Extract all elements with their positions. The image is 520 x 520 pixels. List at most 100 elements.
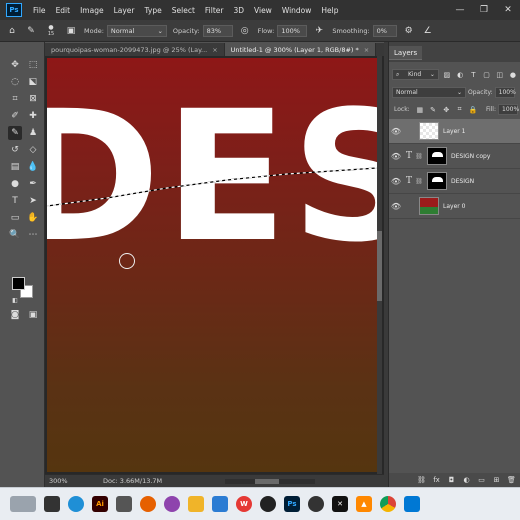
zoom-tool-icon[interactable]: 🔍 [8, 228, 22, 242]
lock-pixels-icon[interactable]: ▦ [415, 104, 425, 115]
new-layer-icon[interactable]: ⊞ [491, 475, 502, 486]
gallery-icon[interactable] [212, 496, 228, 512]
pressure-opacity-icon[interactable]: ◎ [238, 24, 252, 38]
layer-row-design-copy[interactable]: 👁 T ⛓ DESIGN copy [389, 144, 520, 169]
lock-artboard-icon[interactable]: ⌗ [454, 104, 464, 115]
type-tool-icon[interactable]: T [8, 194, 22, 208]
new-group-icon[interactable]: ▭ [476, 475, 487, 486]
layer-opacity-input[interactable]: 100% [494, 87, 516, 98]
maximize-button[interactable]: ❐ [472, 0, 496, 20]
menu-type[interactable]: Type [140, 6, 167, 15]
menu-layer[interactable]: Layer [109, 6, 140, 15]
layer-row-layer-1[interactable]: 👁 Layer 1 [389, 119, 520, 144]
gradient-tool-icon[interactable]: ▤ [8, 160, 22, 174]
tab-layers[interactable]: Layers [389, 46, 423, 60]
task-view-icon[interactable] [10, 496, 36, 512]
fill-input[interactable]: 100% [498, 104, 519, 115]
podcast-icon[interactable] [164, 496, 180, 512]
opacity-input[interactable]: 83% [202, 24, 233, 37]
layer-row-layer-0[interactable]: 👁 Layer 0 [389, 194, 520, 219]
default-colors-icon[interactable]: ◧ [8, 293, 22, 307]
object-select-icon[interactable]: ⬕ [26, 75, 40, 89]
flow-input[interactable]: 100% [277, 24, 308, 37]
blend-mode-select[interactable]: Normal ⌄ [392, 87, 466, 98]
openai-icon[interactable] [260, 496, 276, 512]
doc-size[interactable]: Doc: 3.66M/13.7M [103, 477, 162, 485]
eraser-tool-icon[interactable]: ◇ [26, 143, 40, 157]
media-icon[interactable] [308, 496, 324, 512]
shape-filter-icon[interactable]: ▢ [481, 69, 491, 80]
photoshop-taskbar-icon[interactable]: Ps [284, 496, 300, 512]
menu-image[interactable]: Image [75, 6, 109, 15]
healing-brush-icon[interactable]: ✚ [26, 109, 40, 123]
zoom-level[interactable]: 300% [45, 477, 73, 485]
marquee-tool-icon[interactable]: ⬚ [26, 58, 40, 72]
mode-select[interactable]: Normal ⌄ [106, 24, 167, 37]
tab-woman-jpg[interactable]: pourquoipas-woman-2099473.jpg @ 25% (Lay… [45, 43, 225, 56]
smart-object-filter-icon[interactable]: ◫ [495, 69, 505, 80]
fx-icon[interactable]: fx [431, 475, 442, 486]
pixel-filter-icon[interactable]: ▨ [442, 69, 452, 80]
pen-tool-icon[interactable]: ✒ [26, 177, 40, 191]
scrollbar-thumb[interactable] [377, 231, 382, 301]
add-mask-icon[interactable]: ◘ [446, 475, 457, 486]
illustrator-icon[interactable]: Ai [92, 496, 108, 512]
canvas-area[interactable]: DES [45, 56, 384, 474]
dodge-tool-icon[interactable]: ● [8, 177, 22, 191]
brush-tool-icon[interactable]: ✎ [24, 24, 38, 38]
visibility-eye-icon[interactable]: 👁 [389, 152, 403, 161]
minimize-button[interactable]: — [448, 0, 472, 20]
path-select-icon[interactable]: ➤ [26, 194, 40, 208]
link-chain-icon[interactable]: ⛓ [415, 178, 423, 185]
adjustment-filter-icon[interactable]: ◐ [455, 69, 465, 80]
eyedropper-tool-icon[interactable]: ✐ [8, 109, 22, 123]
layer-name[interactable]: DESIGN copy [451, 153, 490, 160]
store-icon[interactable] [404, 496, 420, 512]
link-chain-icon[interactable]: ⛓ [415, 153, 423, 160]
firefox-icon[interactable] [140, 496, 156, 512]
airbrush-icon[interactable]: ✈ [312, 24, 326, 38]
menu-select[interactable]: Select [167, 6, 200, 15]
foreground-color-swatch[interactable] [12, 277, 25, 290]
visibility-eye-icon[interactable]: 👁 [389, 177, 403, 186]
menu-window[interactable]: Window [277, 6, 317, 15]
link-layers-icon[interactable]: ⛓ [416, 475, 427, 486]
visibility-eye-icon[interactable]: 👁 [389, 127, 403, 136]
vertical-scrollbar[interactable] [377, 56, 382, 474]
blur-tool-icon[interactable]: 💧 [26, 160, 40, 174]
layer-row-design[interactable]: 👁 T ⛓ DESIGN [389, 169, 520, 194]
smoothing-input[interactable]: 0% [372, 24, 397, 37]
menu-edit[interactable]: Edit [51, 6, 76, 15]
brush-settings-icon[interactable]: ▣ [64, 24, 78, 38]
close-icon[interactable]: × [212, 46, 217, 54]
angle-icon[interactable]: ∠ [421, 24, 435, 38]
smoothing-settings-icon[interactable]: ⚙ [402, 24, 416, 38]
wps-icon[interactable]: W [236, 496, 252, 512]
layer-name[interactable]: Layer 1 [443, 128, 465, 135]
visibility-eye-icon[interactable]: 👁 [389, 202, 403, 211]
close-icon[interactable]: × [364, 46, 369, 54]
crop-tool-icon[interactable]: ⌗ [8, 92, 22, 106]
quick-mask-icon[interactable]: ◙ [8, 308, 22, 322]
file-explorer-icon[interactable] [44, 496, 60, 512]
calculator-icon[interactable] [116, 496, 132, 512]
rectangle-tool-icon[interactable]: ▭ [8, 211, 22, 225]
menu-view[interactable]: View [249, 6, 277, 15]
brush-preset-picker[interactable]: ● 15 [43, 24, 59, 38]
menu-file[interactable]: File [28, 6, 51, 15]
menu-help[interactable]: Help [316, 6, 343, 15]
layer-name[interactable]: DESIGN [451, 178, 474, 185]
close-button[interactable]: ✕ [496, 0, 520, 20]
lock-position-icon[interactable]: ✥ [441, 104, 451, 115]
stamp-tool-icon[interactable]: ♟ [26, 126, 40, 140]
horizontal-scrollbar[interactable] [225, 479, 315, 484]
menu-filter[interactable]: Filter [200, 6, 229, 15]
more-tools-icon[interactable]: ⋯ [26, 228, 40, 242]
filter-toggle-icon[interactable]: ● [508, 69, 518, 80]
type-filter-icon[interactable]: T [468, 69, 478, 80]
brush-tool-icon[interactable]: ✎ [8, 126, 22, 140]
history-brush-icon[interactable]: ↺ [8, 143, 22, 157]
hand-tool-icon[interactable]: ✋ [26, 211, 40, 225]
scrollbar-thumb[interactable] [255, 479, 279, 484]
lock-image-icon[interactable]: ✎ [428, 104, 438, 115]
